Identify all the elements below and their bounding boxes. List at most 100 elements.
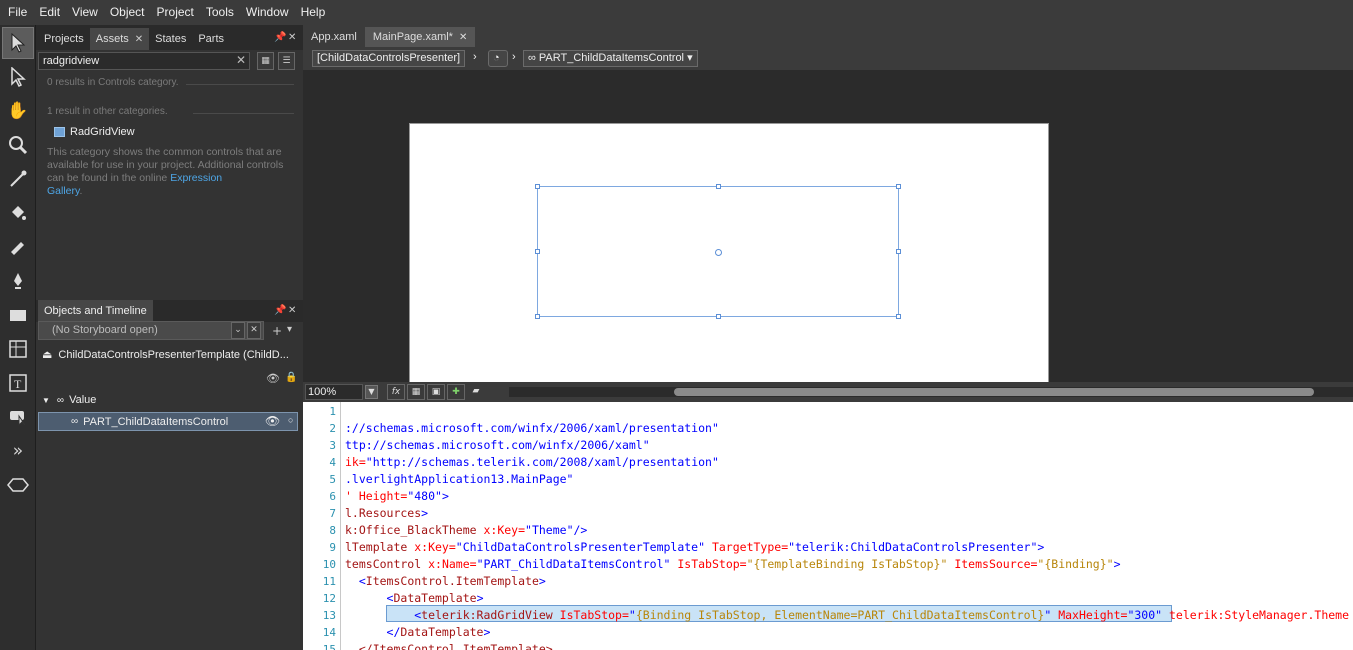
eye-icon[interactable]: 👁	[265, 414, 280, 428]
grid-layout-icon[interactable]	[2, 333, 34, 365]
close-icon[interactable]: ✕	[247, 322, 261, 339]
tree-child-node[interactable]: ∞ PART_ChildDataItemsControl 👁 ○	[38, 412, 298, 431]
grid-view-icon[interactable]: ▦	[257, 52, 274, 70]
expression-gallery-link-2[interactable]: Gallery	[47, 185, 79, 197]
breadcrumb-separator-icon: ›	[512, 51, 516, 63]
more-tools-chevron-icon[interactable]: »	[2, 435, 34, 467]
tab-projects[interactable]: Projects	[38, 28, 90, 50]
tab-states[interactable]: States	[149, 28, 192, 50]
scroll-thumb[interactable]	[674, 388, 1314, 396]
annotations-icon[interactable]: ▰	[467, 384, 485, 400]
lock-icon[interactable]: 🔒	[285, 372, 297, 383]
chevron-down-icon[interactable]: ▼	[365, 385, 378, 399]
code-line-9[interactable]: lTemplate x:Key="ChildDataControlsPresen…	[345, 540, 1044, 554]
resize-handle[interactable]	[535, 314, 540, 319]
add-storyboard-icon[interactable]: +	[272, 324, 282, 338]
grid-toggle-icon[interactable]: ▦	[407, 384, 425, 400]
code-token: telerik:RadGridView	[421, 608, 553, 622]
effects-fx-icon[interactable]: fx	[387, 384, 405, 400]
close-icon[interactable]: ✕	[459, 32, 467, 43]
zoom-field[interactable]: 100%	[305, 384, 363, 400]
close-panel-icon[interactable]: ✕	[288, 305, 296, 316]
menu-object[interactable]: Object	[104, 0, 151, 25]
chevron-down-icon[interactable]: ▾	[287, 324, 292, 335]
code-line-6[interactable]: ' Height="480">	[345, 489, 449, 503]
xaml-code-editor[interactable]: 1 2 3 4 5 6 7 8 9 10 11 12 13 14 15 ://s…	[303, 402, 1353, 650]
close-icon[interactable]: ✕	[135, 34, 143, 45]
code-line-3[interactable]: ttp://schemas.microsoft.com/winfx/2006/x…	[345, 438, 650, 452]
breadcrumb-presenter[interactable]: [ChildDataControlsPresenter]	[312, 50, 466, 67]
artboard[interactable]	[409, 123, 1049, 382]
menu-help[interactable]: Help	[295, 0, 332, 25]
template-icon[interactable]: ◔	[488, 50, 508, 67]
paint-bucket-icon[interactable]	[2, 197, 34, 229]
menu-window[interactable]: Window	[240, 0, 295, 25]
code-line-14[interactable]: </DataTemplate>	[345, 625, 491, 639]
code-token: x:Key=	[476, 523, 526, 537]
code-line-8[interactable]: k:Office_BlackTheme x:Key="Theme"/>	[345, 523, 587, 537]
resize-handle[interactable]	[896, 184, 901, 189]
pin-icon[interactable]: 📌	[274, 32, 286, 43]
menu-project[interactable]: Project	[151, 0, 200, 25]
pin-icon[interactable]: 📌	[274, 305, 286, 316]
code-line-13[interactable]: <telerik:RadGridView IsTabStop="{Binding…	[345, 608, 1349, 622]
code-line-2[interactable]: ://schemas.microsoft.com/winfx/2006/xaml…	[345, 421, 719, 435]
controls-result-text: 0 results in Controls category.	[47, 77, 179, 88]
code-line-12[interactable]: <DataTemplate>	[345, 591, 484, 605]
text-tool-icon[interactable]: T	[2, 367, 34, 399]
eyedropper-icon[interactable]	[2, 163, 34, 195]
resize-handle[interactable]	[716, 314, 721, 319]
resize-handle[interactable]	[896, 249, 901, 254]
resize-handle[interactable]	[535, 249, 540, 254]
lock-toggle-icon[interactable]: ○	[288, 415, 293, 425]
tab-label: App.xaml	[311, 31, 357, 43]
selection-tool-icon[interactable]	[2, 27, 34, 59]
pan-hand-icon[interactable]: ✋	[2, 95, 34, 127]
menu-edit[interactable]: Edit	[33, 0, 66, 25]
design-canvas[interactable]	[303, 70, 1353, 382]
render-transform-origin[interactable]	[715, 249, 722, 256]
chevron-down-icon[interactable]: ⌄	[231, 322, 245, 339]
snap-grid-icon[interactable]: ▣	[427, 384, 445, 400]
menu-file[interactable]: File	[2, 0, 33, 25]
direct-selection-tool-icon[interactable]	[2, 61, 34, 93]
menu-tools[interactable]: Tools	[200, 0, 240, 25]
tree-root-node[interactable]: ⏏ ChildDataControlsPresenterTemplate (Ch…	[42, 348, 289, 362]
resize-handle[interactable]	[896, 314, 901, 319]
expand-triangle-icon[interactable]: ▼	[42, 396, 50, 405]
horizontal-scrollbar[interactable]	[509, 387, 1353, 397]
list-view-icon[interactable]: ☰	[278, 52, 295, 70]
tab-mainpage-xaml[interactable]: MainPage.xaml* ✕	[364, 27, 476, 47]
template-up-icon[interactable]: ⏏	[42, 348, 52, 361]
tab-parts[interactable]: Parts	[192, 28, 230, 50]
resize-handle[interactable]	[716, 184, 721, 189]
code-token: x:Key=	[407, 540, 456, 554]
rectangle-tool-icon[interactable]	[2, 299, 34, 331]
tree-value-node[interactable]: ▼ ∞ Value	[42, 394, 96, 406]
pen-tool-icon[interactable]	[2, 265, 34, 297]
tab-app-xaml[interactable]: App.xaml	[303, 27, 365, 47]
menu-view[interactable]: View	[66, 0, 104, 25]
objects-timeline-title[interactable]: Objects and Timeline	[38, 300, 153, 322]
expression-gallery-link[interactable]: Expression	[170, 172, 222, 184]
gradient-tool-icon[interactable]	[2, 231, 34, 263]
code-line-5[interactable]: .lverlightApplication13.MainPage"	[345, 472, 573, 486]
asset-library-icon[interactable]	[2, 469, 34, 501]
asset-item-radgridview[interactable]: RadGridView	[54, 126, 135, 138]
resize-handle[interactable]	[535, 184, 540, 189]
code-line-10[interactable]: temsControl x:Name="PART_ChildDataItemsC…	[345, 557, 1121, 571]
code-line-11[interactable]: <ItemsControl.ItemTemplate>	[345, 574, 546, 588]
breadcrumb-part[interactable]: ∞ PART_ChildDataItemsControl ▾	[523, 50, 698, 67]
control-tool-icon[interactable]	[2, 401, 34, 433]
eye-icon[interactable]: 👁	[266, 372, 280, 385]
clear-search-icon[interactable]: ✕	[236, 53, 246, 67]
line-number: 4	[329, 456, 336, 469]
snap-lines-icon[interactable]: ✚	[447, 384, 465, 400]
code-line-7[interactable]: l.Resources>	[345, 506, 428, 520]
close-panel-icon[interactable]: ✕	[288, 32, 296, 43]
tab-assets[interactable]: Assets ✕	[89, 28, 150, 50]
code-line-15[interactable]: </ItemsControl.ItemTemplate>	[345, 642, 553, 650]
zoom-magnifier-icon[interactable]	[2, 129, 34, 161]
code-line-4[interactable]: ik="http://schemas.telerik.com/2008/xaml…	[345, 455, 719, 469]
search-input[interactable]: radgridview	[38, 52, 250, 70]
